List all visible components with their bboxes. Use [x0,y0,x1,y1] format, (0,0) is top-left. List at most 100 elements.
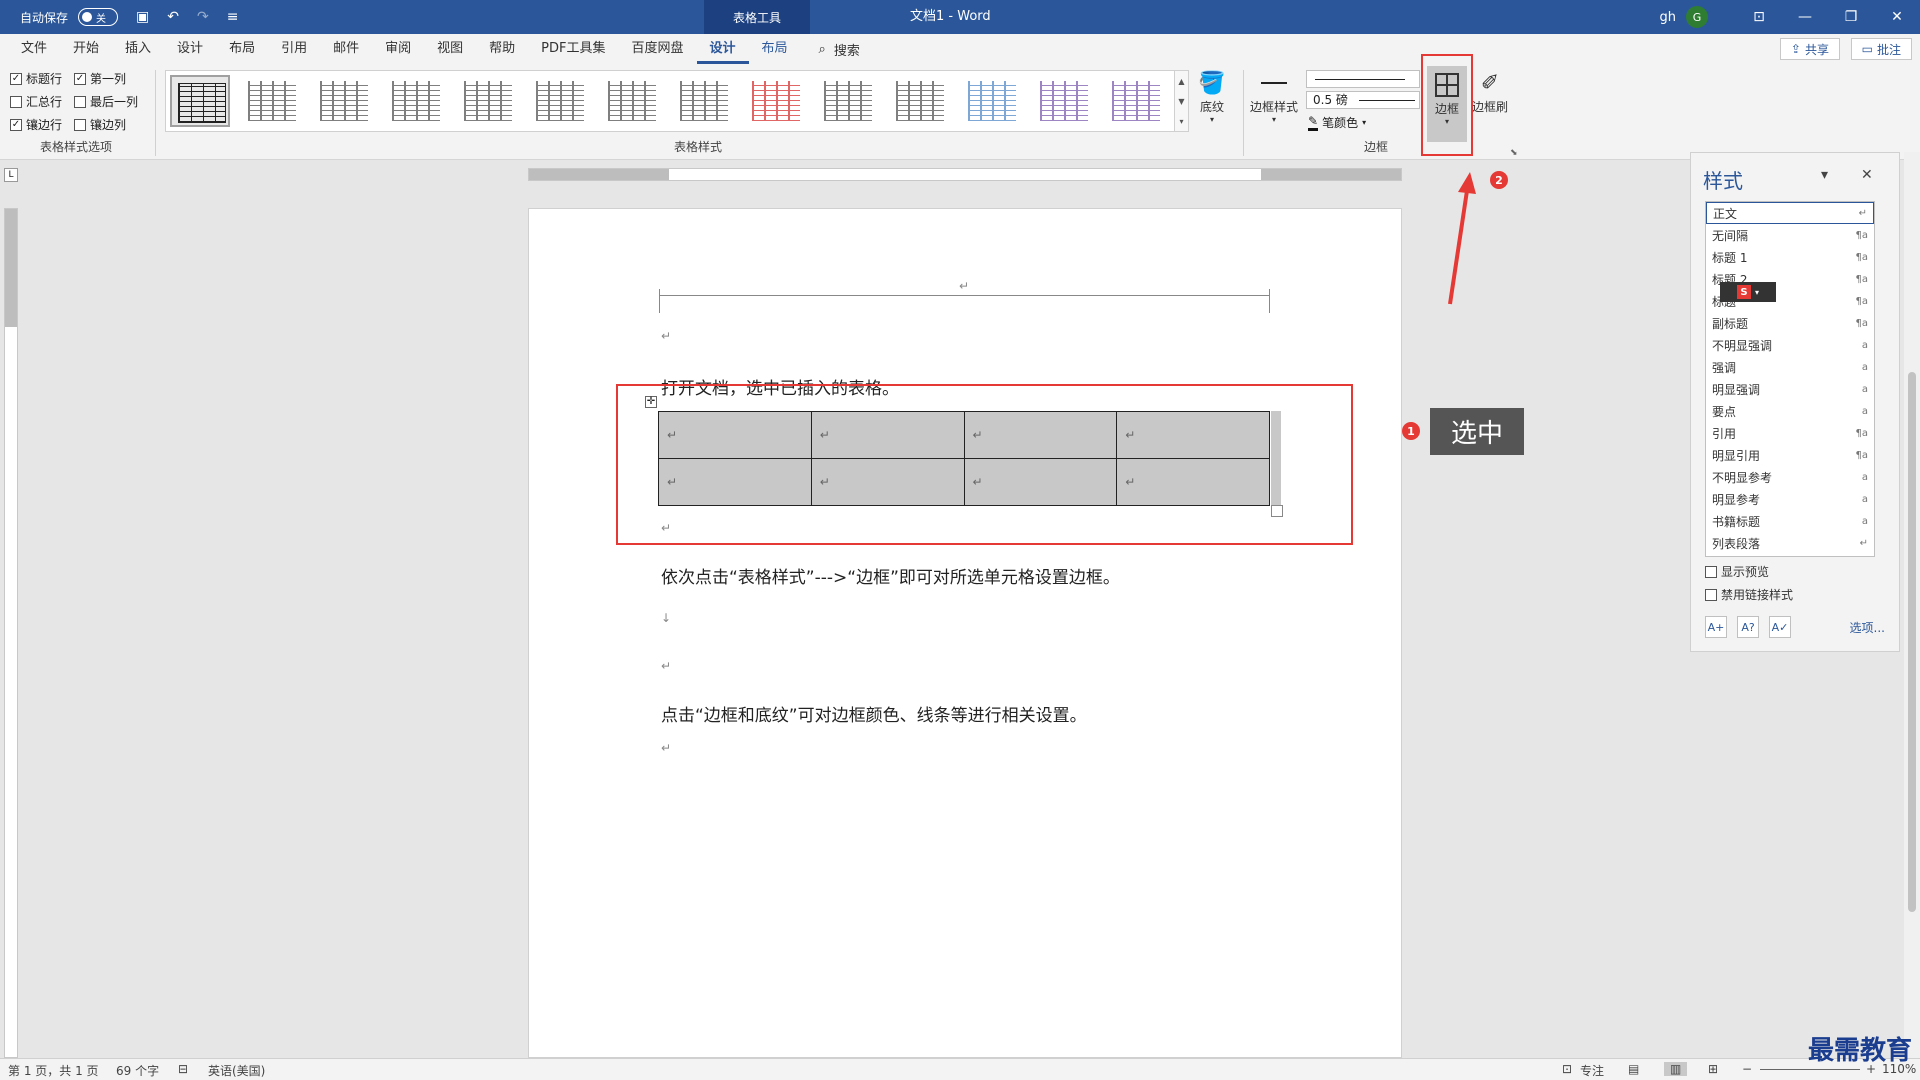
gallery-scroll[interactable]: ▲ ▼ ▾ [1174,71,1188,131]
table-style-thumbnail[interactable] [890,75,950,127]
tab-4[interactable]: 布局 [216,34,268,64]
disable-linked-option[interactable]: 禁用链接样式 [1705,586,1793,603]
tab-selector[interactable]: L [4,168,18,182]
style-item[interactable]: 副标题 ¶a [1706,312,1874,334]
ime-toolbar[interactable]: S ▾ [1720,282,1776,302]
first-column-checkbox[interactable]: ✓ [74,72,86,85]
tab-11[interactable]: 百度网盘 [618,34,696,64]
table-style-thumbnail[interactable] [530,75,590,127]
style-item[interactable]: 明显强调 a [1706,378,1874,400]
option-first-column[interactable]: ✓ 第一列 [74,70,126,87]
table-style-thumbnail[interactable] [1034,75,1094,127]
tab-1[interactable]: 开始 [60,34,112,64]
minimize-icon[interactable]: — [1782,0,1828,34]
style-item[interactable]: 明显引用 ¶a [1706,444,1874,466]
focus-icon[interactable]: ⊡ [1562,1062,1572,1076]
gallery-up-icon[interactable]: ▲ [1178,77,1184,86]
table-style-thumbnail[interactable] [1106,75,1166,127]
close-icon[interactable]: ✕ [1861,167,1873,183]
tab-2[interactable]: 插入 [112,34,164,64]
context-tab-1[interactable]: 布局 [749,34,801,64]
table-style-thumbnail[interactable] [170,75,230,127]
tab-7[interactable]: 审阅 [372,34,424,64]
restore-icon[interactable]: ❐ [1828,0,1874,34]
style-item[interactable]: 不明显强调 a [1706,334,1874,356]
style-item[interactable]: 书籍标题 a [1706,510,1874,532]
total-row-checkbox[interactable] [10,95,22,108]
table-style-thumbnail[interactable] [962,75,1022,127]
tab-6[interactable]: 邮件 [320,34,372,64]
sogou-ime-icon[interactable]: S [1736,285,1751,299]
tab-0[interactable]: 文件 [8,34,60,64]
show-preview-option[interactable]: 显示预览 [1705,563,1769,580]
banded-columns-checkbox[interactable] [74,118,86,131]
border-styles-button[interactable]: 边框样式 ▾ [1250,68,1298,124]
manage-styles-icon[interactable]: A✓ [1769,616,1791,638]
style-item[interactable]: 不明显参考 a [1706,466,1874,488]
dialog-launcher-icon[interactable]: ⬊ [1510,148,1518,158]
style-item[interactable]: 无间隔 ¶a [1706,224,1874,246]
focus-label[interactable]: 专注 [1580,1062,1604,1079]
web-layout-icon[interactable]: ⊞ [1708,1062,1718,1076]
header-row-checkbox[interactable]: ✓ [10,72,22,85]
gallery-more-icon[interactable]: ▾ [1179,117,1183,126]
new-style-icon[interactable]: A+ [1705,616,1727,638]
search-box[interactable]: ⌕ 搜索 [801,34,878,64]
table-style-thumbnail[interactable] [674,75,734,127]
style-item[interactable]: 正文 ↵ [1706,202,1874,224]
table-style-thumbnail[interactable] [602,75,662,127]
scrollbar-thumb[interactable] [1908,372,1916,912]
comment-button[interactable]: ▭ 批注 [1850,38,1912,60]
tab-9[interactable]: 帮助 [476,34,528,64]
zoom-slider[interactable] [1760,1069,1860,1070]
style-item[interactable]: 列表段落 ↵ [1706,532,1874,554]
context-tab-0[interactable]: 设计 [696,34,749,64]
vertical-ruler[interactable] [4,208,18,1058]
autosave-toggle[interactable]: 关 [78,8,119,26]
option-last-column[interactable]: 最后一列 [74,93,138,110]
save-icon[interactable]: ▣ [136,9,149,25]
style-inspector-icon[interactable]: A? [1737,616,1759,638]
last-column-checkbox[interactable] [74,95,86,108]
share-button[interactable]: ⇪ 共享 [1779,38,1840,60]
tab-5[interactable]: 引用 [268,34,320,64]
close-icon[interactable]: ✕ [1874,0,1920,34]
customize-qat-icon[interactable]: ≡ [227,9,239,25]
style-item[interactable]: 强调 a [1706,356,1874,378]
line-weight-dropdown[interactable]: 0.5 磅 [1306,91,1420,109]
table-style-thumbnail[interactable] [818,75,878,127]
table-style-thumbnail[interactable] [386,75,446,127]
option-banded-rows[interactable]: ✓ 镶边行 [10,116,62,133]
proofing-icon[interactable]: ⊟ [178,1062,188,1076]
styles-list[interactable]: 正文↵无间隔¶a标题 1¶a标题 2¶a标题¶a副标题¶a不明显强调a强调a明显… [1705,201,1875,557]
styles-options-link[interactable]: 选项... [1850,619,1885,636]
line-style-dropdown[interactable] [1306,70,1420,88]
undo-icon[interactable]: ↶ [167,9,179,25]
gallery-down-icon[interactable]: ▼ [1178,97,1184,106]
redo-icon[interactable]: ↷ [197,9,209,25]
horizontal-ruler[interactable] [528,168,1402,181]
option-header-row[interactable]: ✓ 标题行 [10,70,62,87]
language-status[interactable]: 英语(美国) [208,1062,265,1079]
tab-3[interactable]: 设计 [164,34,216,64]
document-page[interactable]: ↵ ↵ 打开文档，选中已插入的表格。 ↵ 依次点击“表格样式”--->“边框”即… [528,208,1402,1058]
show-preview-checkbox[interactable] [1705,565,1717,578]
avatar[interactable]: G [1686,6,1708,28]
style-item[interactable]: 标题 1 ¶a [1706,246,1874,268]
read-mode-icon[interactable]: ▤ [1628,1062,1639,1076]
word-count[interactable]: 69 个字 [116,1062,159,1079]
pen-color-button[interactable]: ✎ 笔颜色 ▾ [1308,114,1366,131]
zoom-out-icon[interactable]: − [1742,1062,1752,1076]
paragraph-2[interactable]: 依次点击“表格样式”--->“边框”即可对所选单元格设置边框。 [661,563,1120,588]
style-item[interactable]: 要点 a [1706,400,1874,422]
table-style-thumbnail[interactable] [242,75,302,127]
banded-rows-checkbox[interactable]: ✓ [10,118,22,131]
paragraph-3[interactable]: 点击“边框和底纹”可对边框颜色、线条等进行相关设置。 [661,701,1087,726]
chevron-down-icon[interactable]: ▾ [1755,288,1759,297]
table-styles-gallery[interactable]: ▲ ▼ ▾ [165,70,1189,132]
disable-linked-checkbox[interactable] [1705,588,1717,601]
table-style-thumbnail[interactable] [314,75,374,127]
tab-8[interactable]: 视图 [424,34,476,64]
table-style-thumbnail[interactable] [746,75,806,127]
user-name[interactable]: gh [1660,10,1677,25]
